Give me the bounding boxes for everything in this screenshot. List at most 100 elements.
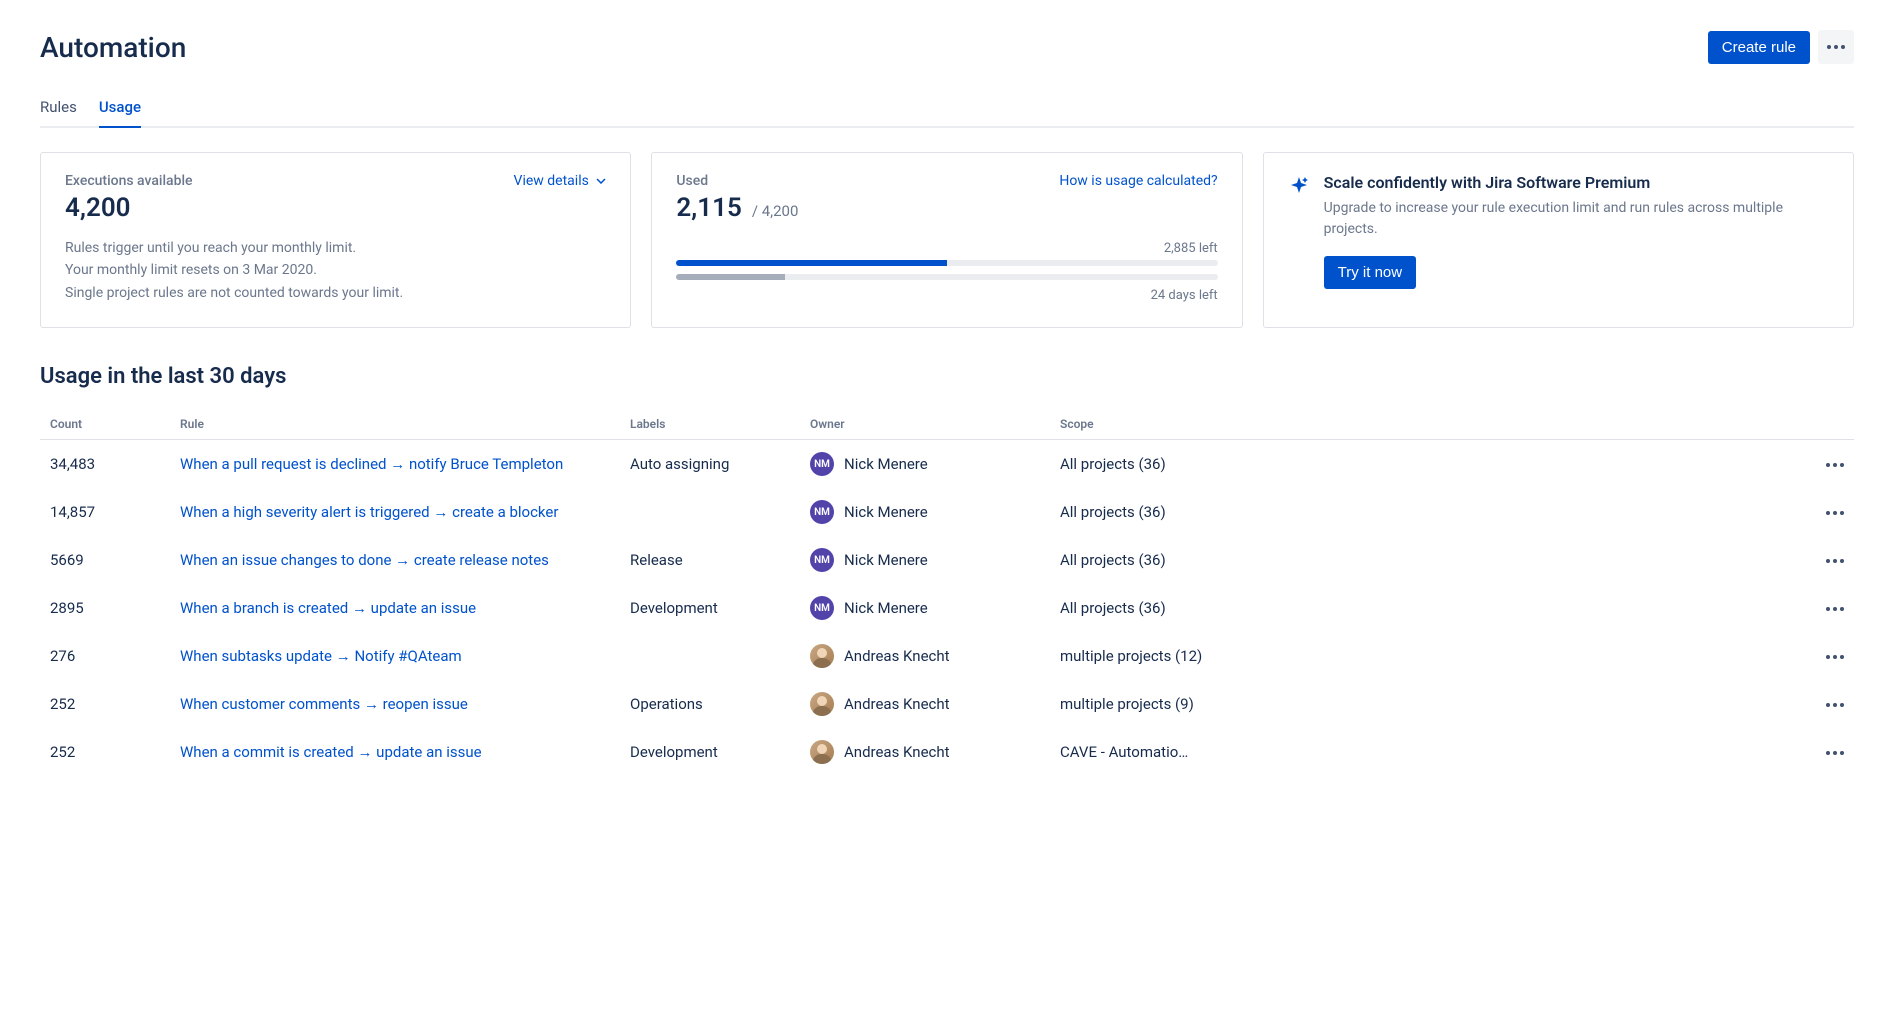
rule-link[interactable]: When an issue changes to done → create r… (180, 551, 549, 569)
row-more-button[interactable] (1826, 503, 1844, 521)
executions-text-2: Your monthly limit resets on 3 Mar 2020. (65, 259, 606, 281)
owner-name: Andreas Knecht (844, 647, 950, 665)
days-progress-bar (676, 274, 1217, 280)
cell-labels: Auto assigning (620, 440, 800, 489)
row-more-button[interactable] (1826, 695, 1844, 713)
header-labels[interactable]: Labels (620, 409, 800, 440)
avatar (810, 740, 834, 764)
rule-link[interactable]: When subtasks update → Notify #QAteam (180, 647, 462, 665)
avatar: NM (810, 452, 834, 476)
days-left-text: 24 days left (676, 288, 1217, 303)
table-row: 252 When a commit is created → update an … (40, 728, 1854, 776)
table-row: 252 When customer comments → reopen issue… (40, 680, 1854, 728)
avatar: NM (810, 596, 834, 620)
cell-count: 252 (40, 728, 170, 776)
usage-progress-fill (676, 260, 947, 266)
chevron-down-icon (596, 178, 606, 184)
cell-count: 5669 (40, 536, 170, 584)
cell-labels: Development (620, 728, 800, 776)
days-progress-fill (676, 274, 784, 280)
page-title: Automation (40, 31, 186, 64)
used-card: Used How is usage calculated? 2,115 / 4,… (651, 152, 1242, 328)
usage-progress-bar (676, 260, 1217, 266)
executions-card: Executions available View details 4,200 … (40, 152, 631, 328)
premium-title: Scale confidently with Jira Software Pre… (1324, 173, 1829, 192)
header-scope[interactable]: Scope (1050, 409, 1804, 440)
cell-scope: All projects (36) (1050, 584, 1804, 632)
avatar (810, 692, 834, 716)
usage-section-title: Usage in the last 30 days (40, 364, 1854, 389)
try-it-now-button[interactable]: Try it now (1324, 256, 1416, 289)
row-more-button[interactable] (1826, 551, 1844, 569)
cell-labels (620, 488, 800, 536)
table-row: 5669 When an issue changes to done → crea… (40, 536, 1854, 584)
usage-calculated-link[interactable]: How is usage calculated? (1059, 173, 1217, 189)
rule-link[interactable]: When a commit is created → update an iss… (180, 743, 482, 761)
row-more-button[interactable] (1826, 647, 1844, 665)
cell-scope: multiple projects (12) (1050, 632, 1804, 680)
more-actions-button[interactable] (1818, 30, 1854, 64)
rule-link[interactable]: When a pull request is declined → notify… (180, 455, 563, 473)
owner-name: Nick Menere (844, 455, 928, 473)
usage-table: Count Rule Labels Owner Scope 34,483 When… (40, 409, 1854, 776)
more-icon (1826, 463, 1844, 467)
executions-value: 4,200 (65, 193, 606, 223)
create-rule-button[interactable]: Create rule (1708, 31, 1810, 64)
header-count[interactable]: Count (40, 409, 170, 440)
table-row: 34,483 When a pull request is declined → … (40, 440, 1854, 489)
premium-text: Upgrade to increase your rule execution … (1324, 198, 1829, 240)
used-total: / 4,200 (752, 202, 799, 220)
cell-count: 2895 (40, 584, 170, 632)
cell-count: 14,857 (40, 488, 170, 536)
more-icon (1826, 511, 1844, 515)
avatar (810, 644, 834, 668)
cell-labels: Operations (620, 680, 800, 728)
used-label: Used (676, 173, 708, 189)
table-row: 2895 When a branch is created → update an… (40, 584, 1854, 632)
cell-scope: multiple projects (9) (1050, 680, 1804, 728)
table-row: 14,857 When a high severity alert is trig… (40, 488, 1854, 536)
premium-sparkle-icon (1288, 175, 1310, 201)
rule-link[interactable]: When customer comments → reopen issue (180, 695, 468, 713)
avatar: NM (810, 500, 834, 524)
more-icon (1827, 45, 1845, 49)
owner-name: Nick Menere (844, 503, 928, 521)
owner-name: Andreas Knecht (844, 695, 950, 713)
tabs: Rules Usage (40, 92, 1854, 128)
rule-link[interactable]: When a high severity alert is triggered … (180, 503, 558, 521)
cell-scope: All projects (36) (1050, 440, 1804, 489)
tab-usage[interactable]: Usage (99, 92, 141, 128)
cell-labels: Release (620, 536, 800, 584)
executions-left-text: 2,885 left (676, 241, 1217, 256)
header-owner[interactable]: Owner (800, 409, 1050, 440)
executions-text-3: Single project rules are not counted tow… (65, 282, 606, 304)
cell-scope: CAVE - Automatio… (1050, 728, 1804, 776)
row-more-button[interactable] (1826, 455, 1844, 473)
more-icon (1826, 607, 1844, 611)
row-more-button[interactable] (1826, 743, 1844, 761)
cell-labels: Development (620, 584, 800, 632)
more-icon (1826, 751, 1844, 755)
cell-count: 34,483 (40, 440, 170, 489)
cell-scope: All projects (36) (1050, 488, 1804, 536)
cell-count: 252 (40, 680, 170, 728)
tab-rules[interactable]: Rules (40, 92, 77, 128)
avatar: NM (810, 548, 834, 572)
header-rule[interactable]: Rule (170, 409, 620, 440)
premium-card: Scale confidently with Jira Software Pre… (1263, 152, 1854, 328)
more-icon (1826, 703, 1844, 707)
rule-link[interactable]: When a branch is created → update an iss… (180, 599, 476, 617)
view-details-text: View details (514, 173, 589, 189)
owner-name: Nick Menere (844, 599, 928, 617)
used-value: 2,115 (676, 193, 742, 223)
more-icon (1826, 655, 1844, 659)
more-icon (1826, 559, 1844, 563)
executions-text-1: Rules trigger until you reach your month… (65, 237, 606, 259)
row-more-button[interactable] (1826, 599, 1844, 617)
executions-label: Executions available (65, 173, 193, 189)
table-row: 276When subtasks update → Notify #QAteam… (40, 632, 1854, 680)
cell-labels (620, 632, 800, 680)
cell-scope: All projects (36) (1050, 536, 1804, 584)
owner-name: Andreas Knecht (844, 743, 950, 761)
view-details-link[interactable]: View details (514, 173, 607, 189)
